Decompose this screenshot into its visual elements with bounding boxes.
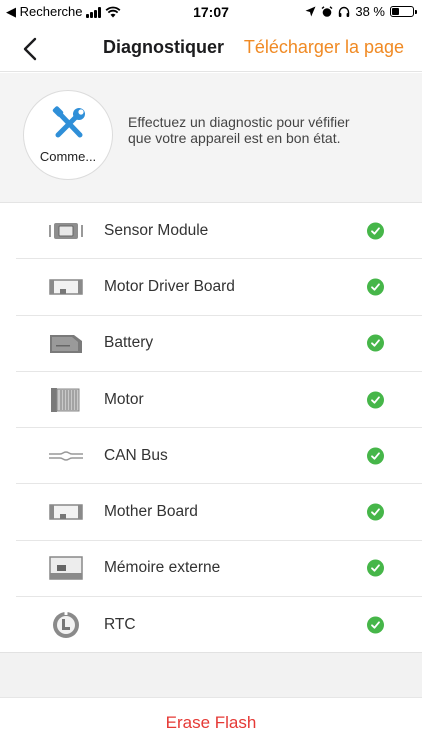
check-ok-icon: [367, 447, 384, 465]
battery-percent: 38 %: [355, 4, 385, 19]
component-list: Sensor Module Motor Driver Board Battery…: [0, 203, 422, 653]
list-footer-spacer: [0, 652, 422, 697]
component-label: Motor Driver Board: [104, 277, 235, 295]
erase-bar: Erase Flash: [0, 697, 422, 750]
start-diagnostic-label: Comme...: [39, 149, 97, 164]
check-ok-icon: [367, 278, 384, 296]
battery-icon: [48, 329, 84, 357]
motor-driver-board-icon: [48, 273, 84, 301]
component-label: Sensor Module: [104, 221, 209, 239]
page-title: Diagnostiquer: [103, 37, 225, 57]
list-item-battery[interactable]: Battery: [16, 316, 422, 372]
battery-status-icon: [390, 6, 417, 17]
sensor-module-icon: [48, 217, 84, 245]
check-ok-icon: [367, 222, 384, 240]
component-label: RTC: [104, 616, 136, 634]
intro-description: Effectuez un diagnostic pour véfifier qu…: [128, 114, 350, 146]
mother-board-icon: [48, 498, 84, 526]
list-item-motor[interactable]: Motor: [16, 372, 422, 429]
tools-icon: [52, 106, 85, 138]
component-label: Mother Board: [104, 503, 198, 521]
component-label: Motor: [104, 390, 144, 408]
can-bus-icon: [48, 442, 84, 470]
check-ok-icon: [367, 334, 384, 352]
component-label: Mémoire externe: [104, 559, 221, 577]
list-item-mother-board[interactable]: Mother Board: [16, 484, 422, 541]
battery-level-fill: [392, 8, 399, 15]
list-item-can-bus[interactable]: CAN Bus: [16, 428, 422, 485]
list-item-motor-driver-board[interactable]: Motor Driver Board: [16, 259, 422, 316]
location-arrow-icon: [305, 6, 316, 17]
alarm-icon: [321, 5, 333, 17]
download-page-button[interactable]: Télécharger la page: [244, 37, 404, 58]
back-button[interactable]: [16, 34, 46, 64]
component-label: Battery: [104, 334, 154, 352]
motor-icon: [48, 386, 84, 414]
list-item-rtc[interactable]: RTC: [16, 597, 422, 653]
rtc-icon: [48, 611, 84, 639]
check-ok-icon: [367, 391, 384, 409]
check-ok-icon: [367, 503, 384, 521]
status-right: 38 %: [305, 4, 417, 19]
start-diagnostic-button[interactable]: Comme...: [23, 90, 113, 180]
list-item-external-memory[interactable]: Mémoire externe: [16, 541, 422, 598]
chevron-left-icon: [23, 37, 37, 61]
component-label: CAN Bus: [104, 446, 168, 464]
check-ok-icon: [367, 616, 384, 634]
erase-flash-button[interactable]: Erase Flash: [0, 713, 422, 733]
external-memory-icon: [48, 554, 84, 582]
headphones-icon: [339, 6, 350, 17]
navigation-bar: Diagnostiquer Télécharger la page: [0, 24, 422, 72]
list-item-sensor-module[interactable]: Sensor Module: [16, 203, 422, 260]
check-ok-icon: [367, 559, 384, 577]
status-bar: ◀ Recherche 17:07 38 %: [0, 0, 422, 24]
diagnostic-intro: Comme... Effectuez un diagnostic pour vé…: [0, 73, 422, 203]
